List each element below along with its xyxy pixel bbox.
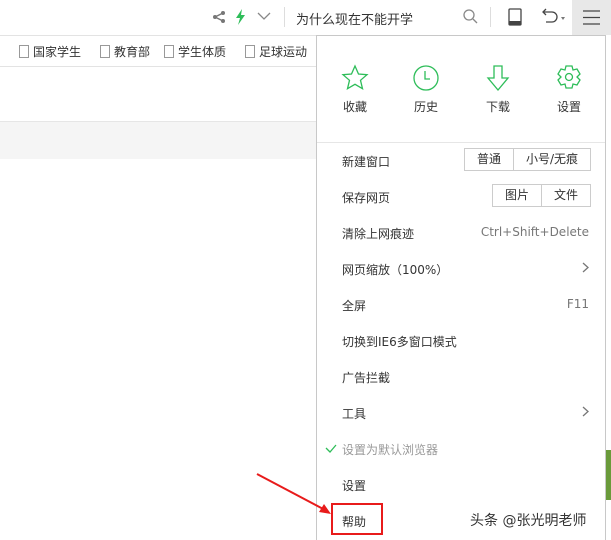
watermark: 头条 @张光明老师 (470, 513, 587, 529)
help-highlight-box (331, 503, 383, 535)
bookmark-item[interactable]: 教育部 (100, 43, 150, 60)
bookmarks-bar: 国家学生 教育部 学生体质 足球运动 (0, 35, 316, 67)
check-icon (325, 444, 337, 453)
bookmark-item[interactable]: 学生体质 (164, 43, 226, 60)
main-menu: 收藏 历史 下载 设置 新建窗口 普通 小号/无痕 保存网页 图片 文件 清除上… (316, 35, 606, 540)
page-icon (245, 45, 255, 58)
menu-fullscreen[interactable]: 全屏 (342, 297, 366, 314)
search-icon[interactable] (463, 9, 478, 24)
menu-downloads[interactable]: 下载 (473, 64, 523, 115)
browser-toolbar: 为什么现在不能开学 (0, 0, 611, 35)
menu-settings-top[interactable]: 设置 (544, 64, 594, 115)
clock-icon (413, 65, 439, 91)
fullscreen-shortcut: F11 (566, 297, 589, 311)
page-icon (100, 45, 110, 58)
save-as-image-button[interactable]: 图片 (493, 185, 541, 206)
downloads-label: 下载 (485, 100, 510, 114)
new-window-incognito-button[interactable]: 小号/无痕 (512, 149, 590, 170)
menu-settings[interactable]: 设置 (342, 477, 366, 494)
save-page-options: 图片 文件 (491, 184, 591, 207)
search-input[interactable]: 为什么现在不能开学 (296, 9, 413, 28)
clear-shortcut: Ctrl+Shift+Delete (480, 225, 589, 239)
menu-history[interactable]: 历史 (401, 64, 451, 115)
favorites-label: 收藏 (342, 100, 367, 114)
menu-clear-history[interactable]: 清除上网痕迹 (342, 225, 414, 242)
history-label: 历史 (413, 100, 438, 114)
menu-ie6-mode[interactable]: 切换到IE6多窗口模式 (342, 333, 457, 350)
settings-label: 设置 (556, 100, 581, 114)
bookmark-item[interactable]: 国家学生 (19, 43, 81, 60)
menu-default-browser[interactable]: 设置为默认浏览器 (342, 441, 438, 458)
new-window-normal-button[interactable]: 普通 (465, 149, 513, 170)
menu-zoom[interactable]: 网页缩放（100%） (342, 261, 448, 278)
menu-tools[interactable]: 工具 (342, 405, 366, 422)
bookmark-item[interactable]: 足球运动 (245, 43, 307, 60)
undo-icon[interactable] (540, 8, 566, 26)
menu-save-page[interactable]: 保存网页 (342, 189, 390, 206)
chevron-down-icon[interactable] (257, 12, 271, 21)
chevron-right-icon (582, 262, 589, 273)
page-icon (19, 45, 29, 58)
lightning-icon[interactable] (236, 9, 246, 25)
red-arrow-annotation (256, 473, 331, 514)
menu-button[interactable] (572, 0, 611, 35)
bookmark-label: 足球运动 (259, 45, 308, 59)
bookmark-label: 学生体质 (178, 45, 227, 59)
menu-adblock[interactable]: 广告拦截 (342, 369, 390, 386)
menu-favorites[interactable]: 收藏 (330, 64, 380, 115)
chevron-right-icon (582, 406, 589, 417)
bookmark-label: 教育部 (114, 45, 151, 59)
download-icon (486, 65, 510, 92)
menu-new-window[interactable]: 新建窗口 (342, 153, 390, 170)
gear-icon (557, 65, 581, 89)
new-window-options: 普通 小号/无痕 (463, 148, 591, 171)
hamburger-icon (583, 10, 600, 25)
mobile-icon[interactable] (508, 8, 522, 26)
bookmark-label: 国家学生 (33, 45, 82, 59)
share-icon[interactable] (212, 10, 226, 24)
page-icon (164, 45, 174, 58)
star-icon (341, 64, 369, 91)
page-band (0, 121, 316, 159)
save-as-file-button[interactable]: 文件 (540, 185, 590, 206)
